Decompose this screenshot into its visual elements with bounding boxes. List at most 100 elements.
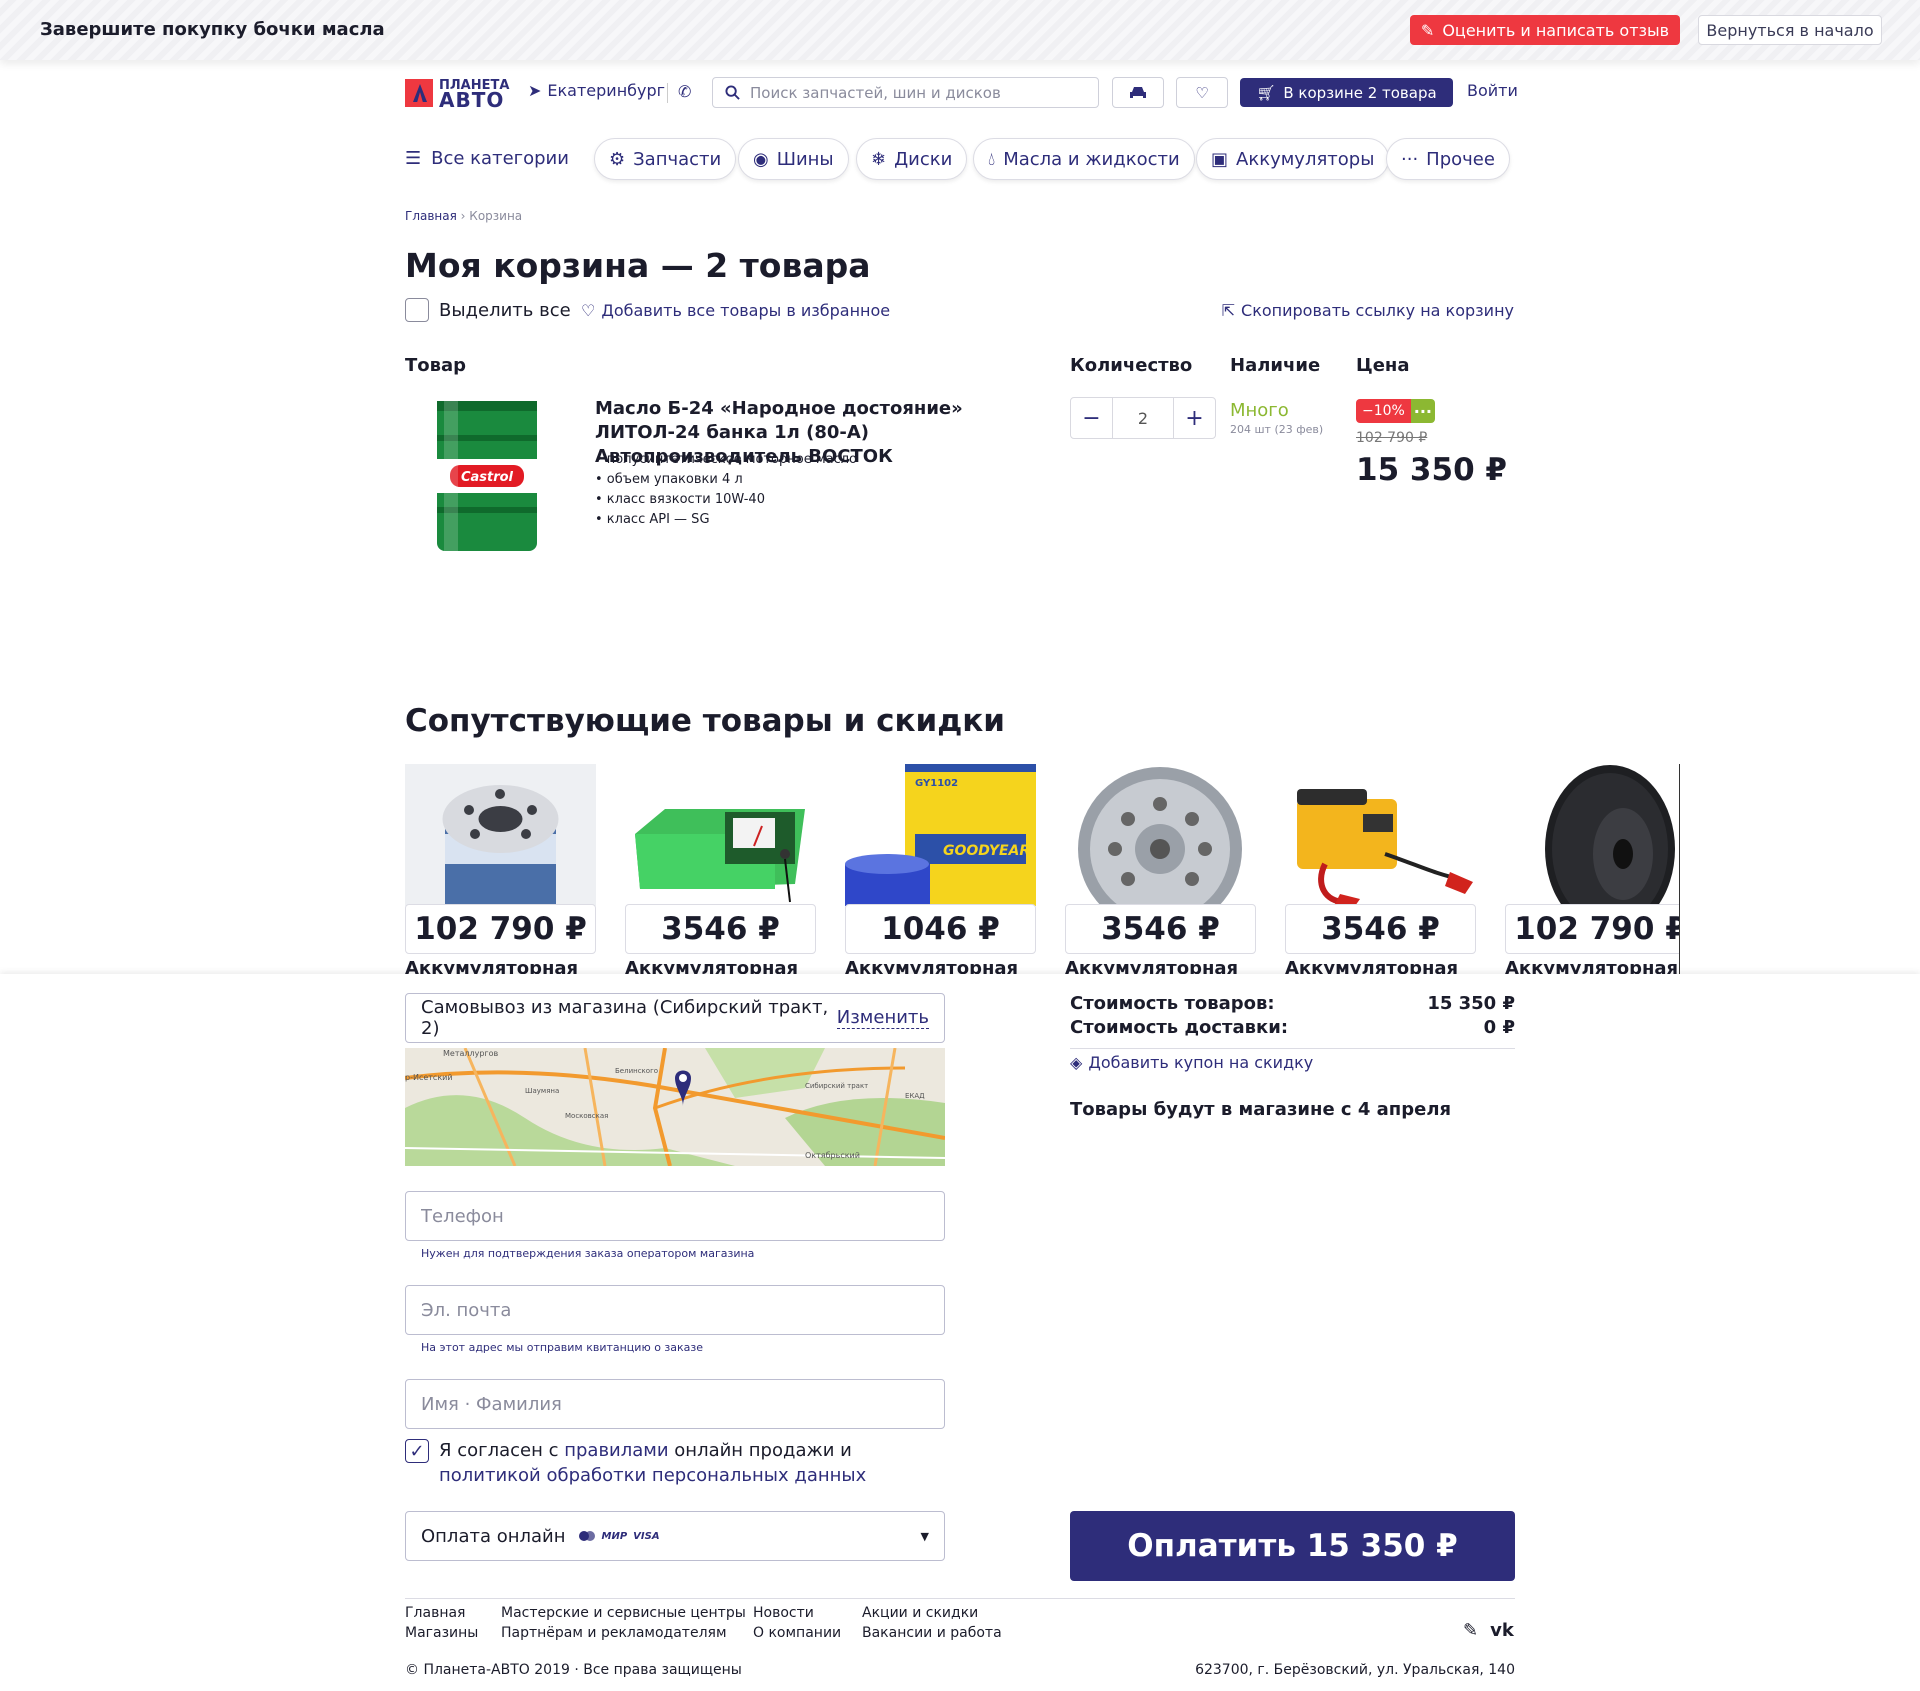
footer-link[interactable]: Новости: [753, 1603, 841, 1623]
cart-button[interactable]: 🛒︎ В корзине 2 товара: [1240, 78, 1453, 107]
svg-text:GOODYEAR: GOODYEAR: [943, 843, 1030, 859]
jump-starter-image: [1297, 789, 1473, 906]
gear-icon: ⚙: [609, 148, 626, 170]
menu-icon: ☰: [405, 148, 422, 169]
related-card[interactable]: 3546 ₽ Аккумуляторная: [1285, 764, 1476, 974]
login-link[interactable]: Войти: [1467, 81, 1518, 100]
search-box[interactable]: [712, 77, 1099, 108]
tag-icon: ◈: [1070, 1053, 1083, 1072]
footer-link[interactable]: Акции и скидки: [862, 1603, 1002, 1623]
footer-link[interactable]: Магазины: [405, 1623, 478, 1643]
favorites-button[interactable]: ♡: [1176, 77, 1228, 108]
store-map[interactable]: Металлургов р-Исетский Шаумяна Московска…: [405, 1048, 945, 1166]
spec-item: • полусинтетическое моторное масло: [595, 452, 858, 467]
privacy-policy-link[interactable]: политикой обработки персональных данных: [439, 1465, 866, 1486]
chip-label: Прочее: [1426, 148, 1495, 170]
review-button[interactable]: ✎ Оценить и написать отзыв: [1410, 15, 1680, 45]
add-all-fav-label: Добавить все товары в избранное: [601, 301, 891, 320]
rules-link[interactable]: правилами: [564, 1440, 668, 1461]
chip-label: Масла и жидкости: [1003, 148, 1180, 170]
related-name: Аккумуляторная: [845, 958, 1019, 974]
cart-button-label: В корзине 2 товара: [1283, 83, 1437, 102]
select-all-checkbox[interactable]: [405, 298, 429, 322]
battery-icon: ▣: [1211, 148, 1229, 170]
search-input[interactable]: [750, 83, 1080, 102]
all-categories-button[interactable]: ☰ Все категории: [405, 148, 569, 169]
more-discounts-icon[interactable]: ···: [1410, 399, 1435, 423]
change-pickup-link[interactable]: Изменить: [836, 1007, 929, 1029]
heart-icon: ♡: [1195, 83, 1209, 102]
related-card[interactable]: 102 790 ₽ Аккумуляторная: [405, 764, 596, 974]
category-chip-batteries[interactable]: ▣ Аккумуляторы: [1196, 138, 1390, 180]
item-price: 15 350 ₽: [1356, 452, 1508, 488]
logo[interactable]: ПЛАНЕТА АВТО: [405, 77, 509, 110]
map-label: р-Исетский: [405, 1073, 453, 1082]
category-chip-wheels[interactable]: ❄ Диски: [856, 138, 968, 180]
social-links: ✎ vk: [1463, 1620, 1514, 1641]
battery-charger-image: [635, 809, 805, 903]
task-bar: Завершите покупку бочки масла ✎ Оценить …: [0, 0, 1920, 60]
email-input[interactable]: [406, 1286, 944, 1334]
category-chip-oils[interactable]: 💧︎ Масла и жидкости: [973, 138, 1195, 180]
related-name: Аккумуляторная: [1065, 958, 1239, 974]
decrease-button[interactable]: −: [1071, 398, 1112, 438]
garage-button[interactable]: [1112, 77, 1164, 108]
location-arrow-icon: ➤: [528, 81, 542, 100]
coupon-label: Добавить купон на скидку: [1088, 1053, 1314, 1072]
copy-link-label: Скопировать ссылку на корзину: [1241, 301, 1514, 320]
quantity-stepper: − 2 +: [1070, 397, 1216, 439]
related-card[interactable]: GOODYEAR GY1102 1046 ₽ Аккумуляторная: [845, 764, 1036, 974]
phone-input[interactable]: [406, 1192, 944, 1240]
footer-link[interactable]: Партнёрам и рекламодателям: [501, 1623, 746, 1643]
map-canvas: Металлургов р-Исетский Шаумяна Московска…: [405, 1048, 945, 1166]
breadcrumb: Главная › Корзина: [405, 209, 522, 223]
visa-logo: VISA: [633, 1530, 660, 1542]
payment-method-select[interactable]: Оплата онлайн МИР VISA ▼: [405, 1511, 945, 1561]
name-field[interactable]: [405, 1379, 945, 1429]
ready-date: Товары будут в магазине с 4 апреля: [1070, 1099, 1452, 1120]
breadcrumb-home[interactable]: Главная: [405, 209, 457, 223]
select-all[interactable]: Выделить все: [405, 298, 571, 322]
footer-link[interactable]: Вакансии и работа: [862, 1623, 1002, 1643]
footer-link[interactable]: О компании: [753, 1623, 841, 1643]
related-name: Аккумуляторная: [1285, 958, 1459, 974]
related-card[interactable]: 3546 ₽ Аккумуляторная: [1065, 764, 1256, 974]
chip-label: Запчасти: [633, 148, 722, 170]
agree-text: онлайн продажи и: [668, 1440, 852, 1461]
related-card[interactable]: 102 790 ₽ Аккумуляторная: [1505, 764, 1679, 974]
footer-link[interactable]: Мастерские и сервисные центры: [501, 1603, 746, 1623]
category-chip-tires[interactable]: ◉ Шины: [738, 138, 849, 180]
quantity-value[interactable]: 2: [1112, 398, 1174, 438]
related-title: Сопутствующие товары и скидки: [405, 703, 1006, 739]
car-icon: [1130, 86, 1146, 98]
agree-checkbox[interactable]: ✓: [405, 1439, 429, 1463]
add-all-to-favorites[interactable]: ♡ Добавить все товары в избранное: [581, 301, 890, 320]
checkout-panel: [0, 974, 1920, 1691]
category-chip-parts[interactable]: ⚙ Запчасти: [594, 138, 737, 180]
name-input[interactable]: [406, 1380, 944, 1428]
pay-button[interactable]: Оплатить 15 350 ₽: [1070, 1511, 1515, 1581]
footer-link[interactable]: Главная: [405, 1603, 478, 1623]
related-card[interactable]: 3546 ₽ Аккумуляторная: [625, 764, 816, 974]
column-availability: Наличие: [1230, 355, 1321, 376]
increase-button[interactable]: +: [1174, 398, 1215, 438]
category-chip-other[interactable]: ··· Прочее: [1386, 138, 1510, 180]
phone-icon[interactable]: ✆: [678, 82, 696, 101]
related-name: Аккумуляторная: [625, 958, 799, 974]
email-field[interactable]: [405, 1285, 945, 1335]
svg-text:Castrol: Castrol: [461, 470, 514, 485]
select-all-label: Выделить все: [439, 299, 571, 321]
related-name: Аккумуляторная: [1505, 958, 1679, 974]
phone-field[interactable]: [405, 1191, 945, 1241]
copy-cart-link[interactable]: ⇱ Скопировать ссылку на корзину: [1222, 301, 1514, 320]
related-price: 3546 ₽: [1065, 904, 1256, 954]
feather-icon[interactable]: ✎: [1463, 1620, 1478, 1641]
breadcrumb-current: Корзина: [469, 209, 523, 223]
back-to-start-button[interactable]: Вернуться в начало: [1698, 15, 1882, 45]
city-selector[interactable]: ➤ Екатеринбург: [528, 81, 665, 100]
vk-icon[interactable]: vk: [1490, 1620, 1514, 1641]
product-image-barrel[interactable]: Castrol: [432, 397, 542, 555]
pickup-label: Самовывоз из магазина (Сибирский тракт, …: [421, 997, 829, 1039]
chip-label: Шины: [776, 148, 834, 170]
add-coupon-link[interactable]: ◈ Добавить купон на скидку: [1070, 1053, 1313, 1072]
